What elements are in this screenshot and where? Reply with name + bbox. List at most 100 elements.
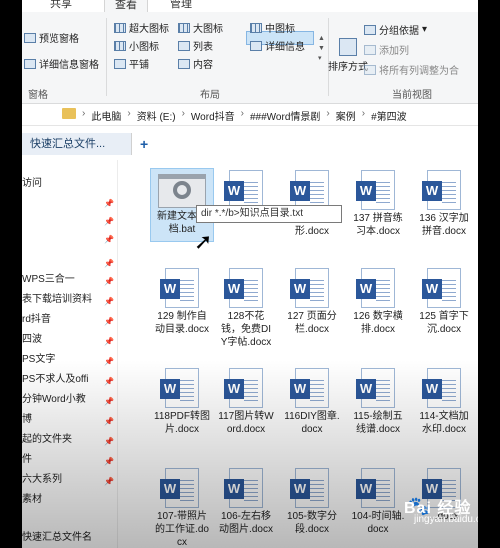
crumb-fourth-wave[interactable]: #第四波 [371, 108, 407, 123]
word-doc-icon: W [422, 268, 461, 308]
file-item[interactable]: W 107-带照片的工作证.docx [154, 468, 210, 548]
layout-list[interactable]: 列表 [178, 38, 213, 53]
nav-item[interactable]: 起的文件夹 📌 [22, 432, 117, 448]
crumb-word-douyin[interactable]: Word抖音 [191, 108, 235, 123]
file-name: 126 数字横排.docx [353, 311, 403, 335]
nav-item-label: 件 [22, 454, 32, 465]
layout-option-label: 详细信息 [265, 42, 305, 53]
nav-item[interactable]: 📌 [22, 212, 117, 228]
address-bar[interactable]: › 此电脑 › 资料 (E:) › Word抖音 › ###Word情景剧 › … [22, 104, 478, 126]
word-doc-icon: W [290, 170, 329, 210]
details-pane-icon [24, 58, 36, 69]
nav-item[interactable]: 快速汇总文件名 [22, 530, 117, 546]
layout-option-label: 超大图标 [129, 24, 169, 35]
nav-item[interactable]: WPS三合一 📌 [22, 272, 117, 288]
new-tab-plus-icon[interactable]: + [140, 136, 148, 152]
pin-icon: 📌 [104, 217, 114, 226]
pin-icon: 📌 [104, 357, 114, 366]
file-item[interactable]: W 125 首字下沉.docx [416, 268, 472, 336]
file-item[interactable]: W 118PDF转图片.docx [154, 368, 210, 436]
file-item[interactable]: W 129 制作自动目录.docx [154, 268, 210, 336]
file-name: 125 首字下沉.docx [419, 311, 469, 335]
fit-columns-button[interactable]: 将所有列调整为合 [364, 62, 459, 77]
nav-item-label: 分钟Word小教 [22, 394, 86, 405]
rename-tooltip: dir *.*/b>知识点目录.txt [196, 205, 342, 223]
file-item[interactable]: W 116DIY图章.docx [284, 368, 340, 436]
file-item[interactable]: W ...图表不变形.docx [284, 170, 340, 238]
nav-item[interactable]: 件 📌 [22, 452, 117, 468]
ribbon: 预览窗格 详细信息窗格 窗格 超大图标 大图标 中图标 小图标 列表 详细信息 … [22, 12, 478, 104]
pin-icon: 📌 [104, 417, 114, 426]
nav-item[interactable]: 素材 [22, 492, 117, 508]
layout-small-icons[interactable]: 小图标 [114, 38, 159, 53]
pin-icon: 📌 [104, 259, 114, 268]
medium-icons-icon [250, 22, 262, 33]
file-item[interactable]: W 136 汉字加拼音.docx [416, 170, 472, 238]
tab-share[interactable]: 共享 [40, 0, 82, 12]
layout-medium-icons[interactable]: 中图标 [250, 20, 295, 35]
nav-item[interactable]: 📌 [22, 230, 117, 246]
file-item-bat[interactable]: 新建文本文档.bat [154, 170, 210, 236]
tab-view[interactable]: 查看 [104, 0, 148, 12]
file-item[interactable]: W 114-文档加水印.docx [416, 368, 472, 436]
group-by-button[interactable]: 分组依据 ▾ [364, 22, 427, 37]
file-name: 107-带照片的工作证.docx [155, 511, 209, 548]
layout-details[interactable]: 详细信息 [250, 38, 305, 53]
file-name: 117图片转Word.docx [218, 411, 274, 435]
crumb-drive-e[interactable]: 资料 (E:) [137, 108, 176, 123]
group-by-icon [364, 24, 376, 35]
extra-large-icons-icon [114, 22, 126, 33]
layout-option-label: 大图标 [193, 24, 223, 35]
file-item[interactable]: W 117图片转Word.docx [218, 368, 274, 436]
word-doc-icon: W [160, 468, 199, 508]
nav-item[interactable]: PS文字 📌 [22, 352, 117, 368]
file-item[interactable]: W 115-绘制五线谱.docx [350, 368, 406, 436]
nav-item[interactable]: PS不求人及offi 📌 [22, 372, 117, 388]
layout-extra-large-icons[interactable]: 超大图标 [114, 20, 169, 35]
nav-item[interactable]: 📌 [22, 254, 117, 270]
file-item[interactable]: W 137 拼音练习本.docx [350, 170, 406, 238]
nav-item[interactable]: 📌 [22, 194, 117, 210]
tab-manage[interactable]: 管理 [160, 0, 202, 12]
file-item[interactable]: W 104-时间轴.docx [350, 468, 406, 536]
details-pane-button[interactable]: 详细信息窗格 [24, 56, 99, 71]
file-item[interactable]: W 128不花钱，免费DIY字帖.docx [218, 268, 274, 349]
panes-group-label: 窗格 [28, 90, 48, 101]
nav-item[interactable]: 表下载培训资料 📌 [22, 292, 117, 308]
sort-icon [339, 38, 357, 56]
layout-large-icons[interactable]: 大图标 [178, 20, 223, 35]
file-item[interactable]: W 127 页面分栏.docx [284, 268, 340, 336]
add-column-button[interactable]: 添加列 [364, 42, 409, 57]
pin-icon: 📌 [104, 199, 114, 208]
file-item[interactable]: W 106-左右移动图片.docx [218, 468, 274, 536]
layout-content[interactable]: 内容 [178, 56, 213, 71]
nav-item-label: 起的文件夹 [22, 434, 72, 445]
nav-item[interactable]: 博 📌 [22, 412, 117, 428]
word-doc-icon: W [422, 368, 461, 408]
nav-item-label: PS不求人及offi [22, 374, 89, 385]
add-column-icon [364, 44, 376, 55]
nav-item[interactable]: 分钟Word小教 📌 [22, 392, 117, 408]
crumb-this-pc[interactable]: 此电脑 [91, 108, 121, 123]
nav-item[interactable] [22, 512, 117, 528]
nav-item[interactable]: 访问 [22, 176, 117, 192]
breadcrumb-separator: › [181, 108, 185, 119]
preview-pane-button[interactable]: 预览窗格 [24, 30, 79, 45]
crumb-word-drama[interactable]: ###Word情景剧 [250, 108, 320, 123]
layout-tiles[interactable]: 平铺 [114, 56, 149, 71]
sort-by-label: 排序方式 [328, 62, 368, 73]
word-doc-icon: W [422, 170, 461, 210]
nav-item[interactable]: 四波 📌 [22, 332, 117, 348]
layout-option-label: 小图标 [129, 42, 159, 53]
ribbon-tab-bar: 共享 查看 管理 [22, 0, 478, 12]
nav-item-label: PS文字 [22, 354, 56, 365]
content-icon [178, 58, 190, 69]
fit-columns-icon [364, 64, 376, 75]
folder-icon [62, 108, 76, 119]
quick-access-tab[interactable]: 快速汇总文件... [22, 133, 132, 155]
file-item[interactable]: W 126 数字横排.docx [350, 268, 406, 336]
file-item[interactable]: W 105-数字分段.docx [284, 468, 340, 536]
nav-item[interactable]: rd抖音 📌 [22, 312, 117, 328]
crumb-cases[interactable]: 案例 [336, 108, 356, 123]
nav-item[interactable]: 六大系列 📌 [22, 472, 117, 488]
